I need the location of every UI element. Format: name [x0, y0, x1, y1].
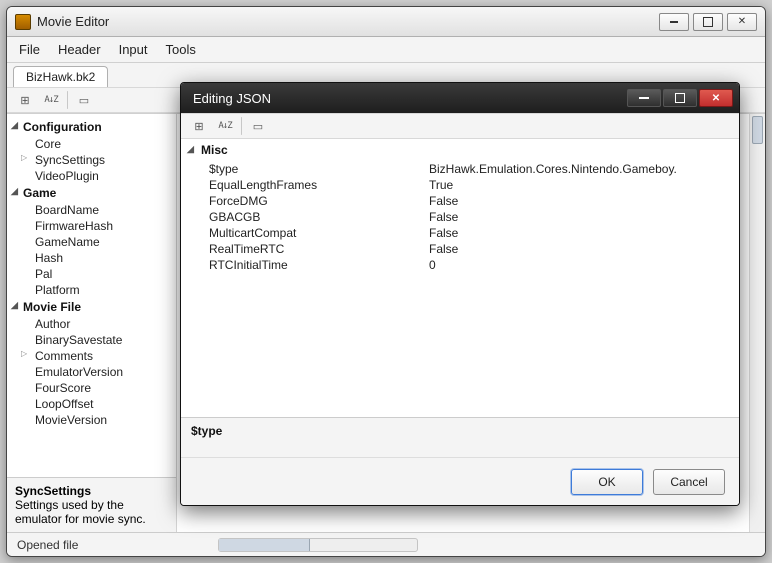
property-key: $type: [209, 162, 429, 176]
tab-active[interactable]: BizHawk.bk2: [13, 66, 108, 87]
property-value[interactable]: False: [429, 226, 739, 240]
property-pages-icon[interactable]: [74, 90, 94, 110]
property-value[interactable]: False: [429, 242, 739, 256]
property-row[interactable]: RTCInitialTime0: [181, 257, 739, 273]
property-key: GBACGB: [209, 210, 429, 224]
editing-json-dialog: Editing JSON Misc $typeBizHawk.Emulation…: [180, 82, 740, 506]
toolbar-separator: [67, 91, 68, 109]
property-row[interactable]: $typeBizHawk.Emulation.Cores.Nintendo.Ga…: [181, 161, 739, 177]
property-grid[interactable]: Misc $typeBizHawk.Emulation.Cores.Ninten…: [181, 139, 739, 417]
property-key: ForceDMG: [209, 194, 429, 208]
tree-item[interactable]: VideoPlugin: [9, 168, 174, 184]
ok-button[interactable]: OK: [571, 469, 643, 495]
tree-item[interactable]: Core: [9, 136, 174, 152]
tree-item[interactable]: Author: [9, 316, 174, 332]
titlebar: Movie Editor: [7, 7, 765, 37]
vertical-scrollbar[interactable]: [749, 114, 765, 532]
property-row[interactable]: MulticartCompatFalse: [181, 225, 739, 241]
tree-group[interactable]: Game: [9, 184, 174, 202]
categorized-icon[interactable]: [15, 90, 35, 110]
property-value[interactable]: False: [429, 194, 739, 208]
dialog-sort-alpha-icon[interactable]: [215, 116, 235, 136]
selected-property-label: $type: [191, 424, 222, 438]
property-tree: ConfigurationCoreSyncSettingsVideoPlugin…: [7, 114, 177, 532]
tree-item[interactable]: MovieVersion: [9, 412, 174, 428]
window-close-button[interactable]: [727, 13, 757, 31]
property-description-pane: $type: [181, 417, 739, 457]
property-row[interactable]: ForceDMGFalse: [181, 193, 739, 209]
tree-item[interactable]: Pal: [9, 266, 174, 282]
tree-item[interactable]: BinarySavestate: [9, 332, 174, 348]
property-value[interactable]: 0: [429, 258, 739, 272]
menu-header[interactable]: Header: [58, 42, 101, 57]
window-title: Movie Editor: [37, 14, 109, 29]
property-row[interactable]: GBACGBFalse: [181, 209, 739, 225]
dialog-titlebar: Editing JSON: [181, 83, 739, 113]
property-key: RealTimeRTC: [209, 242, 429, 256]
property-row[interactable]: RealTimeRTCFalse: [181, 241, 739, 257]
tree-item[interactable]: EmulatorVersion: [9, 364, 174, 380]
menu-tools[interactable]: Tools: [166, 42, 196, 57]
menu-file[interactable]: File: [19, 42, 40, 57]
property-key: EqualLengthFrames: [209, 178, 429, 192]
dialog-close-button[interactable]: [699, 89, 733, 107]
property-category[interactable]: Misc: [181, 139, 739, 161]
tree-item[interactable]: FirmwareHash: [9, 218, 174, 234]
menu-bar: File Header Input Tools: [7, 37, 765, 63]
dialog-categorized-icon[interactable]: [189, 116, 209, 136]
tree-group[interactable]: Movie File: [9, 298, 174, 316]
property-key: RTCInitialTime: [209, 258, 429, 272]
tree-description-pane: SyncSettings Settings used by the emulat…: [7, 477, 176, 532]
cancel-button[interactable]: Cancel: [653, 469, 725, 495]
tree-item[interactable]: LoopOffset: [9, 396, 174, 412]
menu-input[interactable]: Input: [119, 42, 148, 57]
dialog-title: Editing JSON: [193, 91, 271, 106]
app-icon: [15, 14, 31, 30]
tree-description-heading: SyncSettings: [15, 484, 168, 498]
tree-item[interactable]: Hash: [9, 250, 174, 266]
horizontal-scrollbar[interactable]: [218, 538, 418, 552]
dialog-toolbar: [181, 113, 739, 139]
property-value[interactable]: False: [429, 210, 739, 224]
sort-alpha-icon[interactable]: [41, 90, 61, 110]
tree-item[interactable]: BoardName: [9, 202, 174, 218]
dialog-maximize-button[interactable]: [663, 89, 697, 107]
property-value[interactable]: BizHawk.Emulation.Cores.Nintendo.Gameboy…: [429, 162, 739, 176]
status-text: Opened file: [17, 538, 78, 552]
window-minimize-button[interactable]: [659, 13, 689, 31]
status-bar: Opened file: [7, 532, 765, 556]
property-value[interactable]: True: [429, 178, 739, 192]
tree-item[interactable]: Comments: [9, 348, 174, 364]
tree-item[interactable]: FourScore: [9, 380, 174, 396]
tree-item[interactable]: Platform: [9, 282, 174, 298]
tree-group[interactable]: Configuration: [9, 118, 174, 136]
window-maximize-button[interactable]: [693, 13, 723, 31]
tree-description-text: Settings used by the emulator for movie …: [15, 498, 168, 526]
tree-item[interactable]: GameName: [9, 234, 174, 250]
property-key: MulticartCompat: [209, 226, 429, 240]
dialog-minimize-button[interactable]: [627, 89, 661, 107]
property-row[interactable]: EqualLengthFramesTrue: [181, 177, 739, 193]
tree-item[interactable]: SyncSettings: [9, 152, 174, 168]
dialog-button-bar: OK Cancel: [181, 457, 739, 505]
dialog-property-pages-icon[interactable]: [248, 116, 268, 136]
dialog-toolbar-separator: [241, 117, 242, 135]
